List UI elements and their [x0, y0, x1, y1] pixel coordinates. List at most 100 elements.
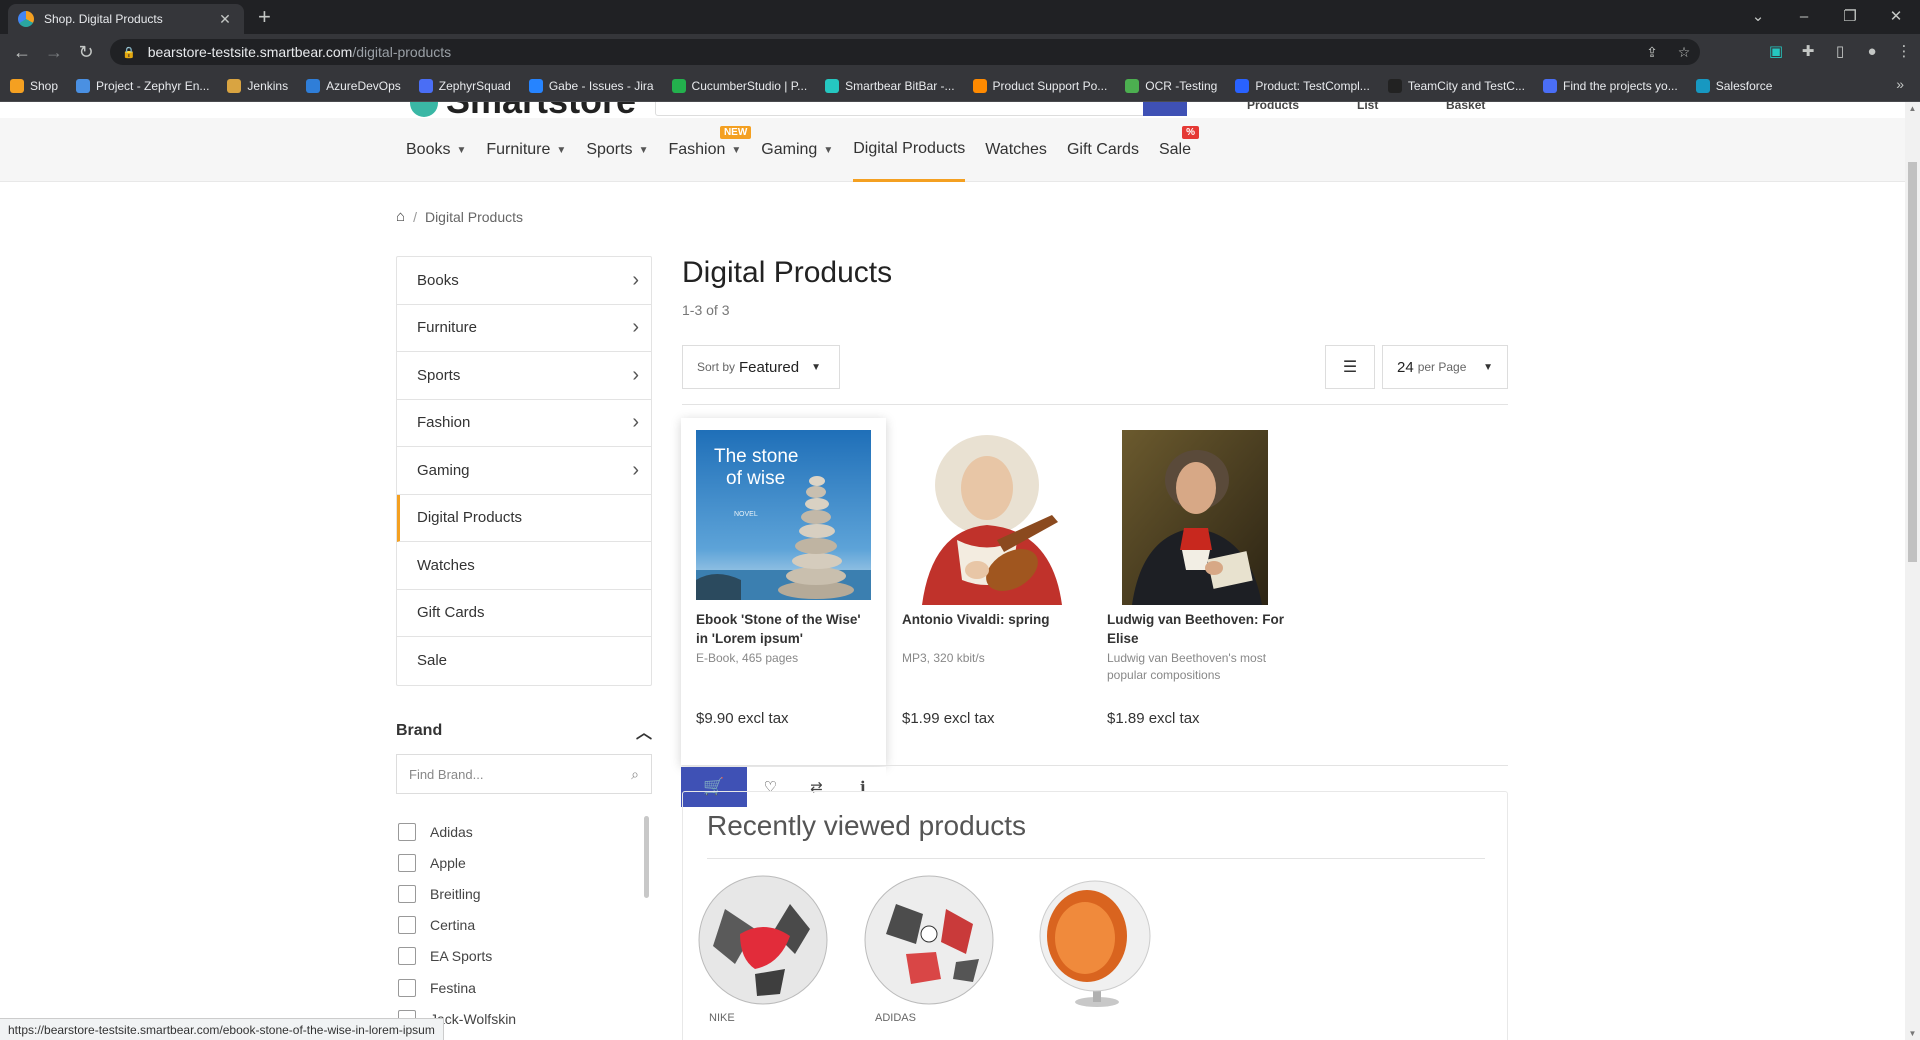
bookmark-favicon-icon — [76, 78, 91, 93]
product-card[interactable]: Antonio Vivaldi: spring MP3, 320 kbit/s … — [887, 418, 1092, 765]
scroll-up-icon[interactable]: ▲ — [1905, 104, 1920, 113]
bookmark-zephyrsquad[interactable]: ZephyrSquad — [418, 78, 511, 93]
bookmark-azuredevops[interactable]: AzureDevOps — [306, 78, 401, 93]
brand-filter-ea-sports[interactable]: EA Sports — [398, 941, 648, 972]
share-icon[interactable]: ⇪ — [1636, 44, 1668, 61]
product-name[interactable]: Ebook 'Stone of the Wise' in 'Lorem ipsu… — [696, 610, 876, 648]
nav-category-digital-products[interactable]: Digital Products — [853, 118, 966, 182]
brand-filter-festina[interactable]: Festina — [398, 972, 648, 1003]
per-page-dropdown[interactable]: 24 per Page ▼ — [1382, 345, 1508, 389]
bookmark-shop[interactable]: Shop — [10, 78, 58, 93]
bookmark-ocr-testing[interactable]: OCR -Testing — [1125, 78, 1217, 93]
nav-category-gift-cards[interactable]: Gift Cards — [1067, 118, 1139, 182]
site-logo[interactable]: Smartstore — [410, 102, 636, 118]
brand-list-scrollbar[interactable] — [644, 816, 649, 898]
bookmark-gabe-issues-jira[interactable]: Gabe - Issues - Jira — [528, 78, 654, 93]
bookmark-star-icon[interactable]: ☆ — [1668, 44, 1700, 61]
close-tab-icon[interactable]: ✕ — [216, 11, 234, 28]
address-bar[interactable]: 🔒 bearstore-testsite.smartbear.com/digit… — [110, 39, 1700, 65]
product-card[interactable]: Ludwig van Beethoven: For Elise Ludwig v… — [1092, 418, 1297, 765]
nav-category-sale[interactable]: Sale% — [1159, 118, 1199, 182]
tab-search-icon[interactable]: ⌄ — [1735, 7, 1781, 25]
nav-category-watches[interactable]: Watches — [985, 118, 1047, 182]
brand-filter-apple[interactable]: Apple — [398, 847, 648, 878]
sidebar-item-sports[interactable]: Sports › — [397, 352, 651, 400]
nav-category-sports[interactable]: Sports ▼ — [586, 118, 648, 182]
extension-icon[interactable]: ▣ — [1760, 40, 1792, 64]
sidebar-item-digital-products[interactable]: Digital Products — [397, 494, 651, 542]
checkbox[interactable] — [398, 978, 416, 997]
product-name[interactable]: Antonio Vivaldi: spring — [902, 610, 1082, 629]
breadcrumb-current[interactable]: Digital Products — [425, 209, 523, 225]
sidebar-item-gift-cards[interactable]: Gift Cards — [397, 590, 651, 637]
bookmarks-overflow-icon[interactable]: » — [1896, 76, 1904, 92]
list-view-button[interactable]: ☰ — [1325, 345, 1375, 389]
checkbox[interactable] — [398, 916, 416, 935]
recently-viewed-item[interactable] — [1027, 874, 1167, 1024]
product-image[interactable] — [861, 874, 1001, 1009]
home-icon[interactable]: ⌂ — [396, 208, 405, 225]
header-link-basket[interactable]: Basket — [1446, 102, 1485, 112]
sidebar-item-fashion[interactable]: Fashion › — [397, 400, 651, 447]
sort-value: Featured — [739, 358, 800, 376]
restore-icon[interactable]: ❐ — [1827, 7, 1873, 25]
page-scrollbar[interactable]: ▲ ▼ — [1905, 102, 1920, 1040]
brand-filter-header[interactable]: Brand ︿ — [396, 719, 652, 743]
scroll-down-icon[interactable]: ▼ — [1905, 1029, 1920, 1038]
minimize-icon[interactable]: – — [1781, 8, 1827, 25]
site-search-button[interactable] — [1143, 102, 1187, 116]
bookmark-smartbear-bitbar[interactable]: Smartbear BitBar -... — [825, 78, 955, 93]
sidebar-item-books[interactable]: Books › — [397, 257, 651, 305]
sort-dropdown[interactable]: Sort by Featured ▼ — [682, 345, 840, 389]
checkbox[interactable] — [398, 822, 416, 841]
nav-category-fashion[interactable]: Fashion ▼ NEW — [668, 118, 752, 182]
bookmark-find-the-projects-yo[interactable]: Find the projects yo... — [1542, 78, 1678, 93]
nav-category-gaming[interactable]: Gaming ▼ — [761, 118, 833, 182]
close-window-icon[interactable]: ✕ — [1873, 7, 1919, 25]
product-image[interactable] — [902, 430, 1077, 605]
checkbox[interactable] — [398, 853, 416, 872]
product-image[interactable] — [1027, 874, 1167, 1009]
header-link-products[interactable]: Products — [1247, 102, 1299, 112]
header-link-list[interactable]: List — [1357, 102, 1378, 112]
bookmark-salesforce[interactable]: Salesforce — [1695, 78, 1772, 93]
bookmark-label: Product Support Po... — [992, 78, 1108, 93]
profile-icon[interactable]: ● — [1856, 40, 1888, 64]
reload-icon[interactable]: ↻ — [72, 40, 100, 64]
bookmark-product-support-po[interactable]: Product Support Po... — [972, 78, 1108, 93]
brand-search-input[interactable]: Find Brand... ⌕ — [396, 754, 652, 794]
new-tab-icon[interactable]: + — [258, 5, 271, 29]
bookmark-teamcity-and-testc[interactable]: TeamCity and TestC... — [1387, 78, 1525, 93]
product-image[interactable] — [1107, 430, 1282, 605]
scrollbar-thumb[interactable] — [1908, 162, 1917, 562]
extensions-puzzle-icon[interactable]: ✚ — [1792, 40, 1824, 64]
bookmark-product-testcompl[interactable]: Product: TestCompl... — [1235, 78, 1370, 93]
checkbox[interactable] — [398, 884, 416, 903]
product-card[interactable]: The stone of wise NOVEL Ebook 'Stone of … — [681, 418, 886, 807]
browser-tab[interactable]: Shop. Digital Products ✕ — [8, 4, 244, 34]
side-panel-icon[interactable]: ▯ — [1824, 40, 1856, 64]
menu-kebab-icon[interactable]: ⋮ — [1888, 40, 1920, 64]
product-image[interactable]: The stone of wise NOVEL — [696, 430, 871, 600]
product-name[interactable]: Ludwig van Beethoven: For Elise — [1107, 610, 1287, 648]
chevron-up-icon[interactable]: ︿ — [636, 719, 652, 743]
brand-filter-adidas[interactable]: Adidas — [398, 816, 648, 847]
checkbox[interactable] — [398, 947, 416, 966]
recently-viewed-item[interactable]: NIKE — [695, 874, 835, 1024]
bookmark-project-zephyr-en[interactable]: Project - Zephyr En... — [76, 78, 209, 93]
bookmark-cucumberstudio-p[interactable]: CucumberStudio | P... — [671, 78, 807, 93]
site-search-input[interactable] — [655, 102, 1145, 116]
brand-filter-breitling[interactable]: Breitling — [398, 878, 648, 909]
brand-filter-certina[interactable]: Certina — [398, 910, 648, 941]
sidebar-item-watches[interactable]: Watches — [397, 542, 651, 590]
product-image[interactable] — [695, 874, 835, 1009]
nav-category-books[interactable]: Books ▼ — [406, 118, 466, 182]
back-icon[interactable]: ← — [8, 40, 36, 64]
forward-icon[interactable]: → — [40, 40, 68, 64]
bookmark-jenkins[interactable]: Jenkins — [227, 78, 288, 93]
sidebar-item-sale[interactable]: Sale — [397, 637, 651, 685]
sidebar-item-furniture[interactable]: Furniture › — [397, 305, 651, 352]
recently-viewed-item[interactable]: ADIDAS — [861, 874, 1001, 1024]
nav-category-furniture[interactable]: Furniture ▼ — [486, 118, 566, 182]
sidebar-item-gaming[interactable]: Gaming › — [397, 447, 651, 495]
